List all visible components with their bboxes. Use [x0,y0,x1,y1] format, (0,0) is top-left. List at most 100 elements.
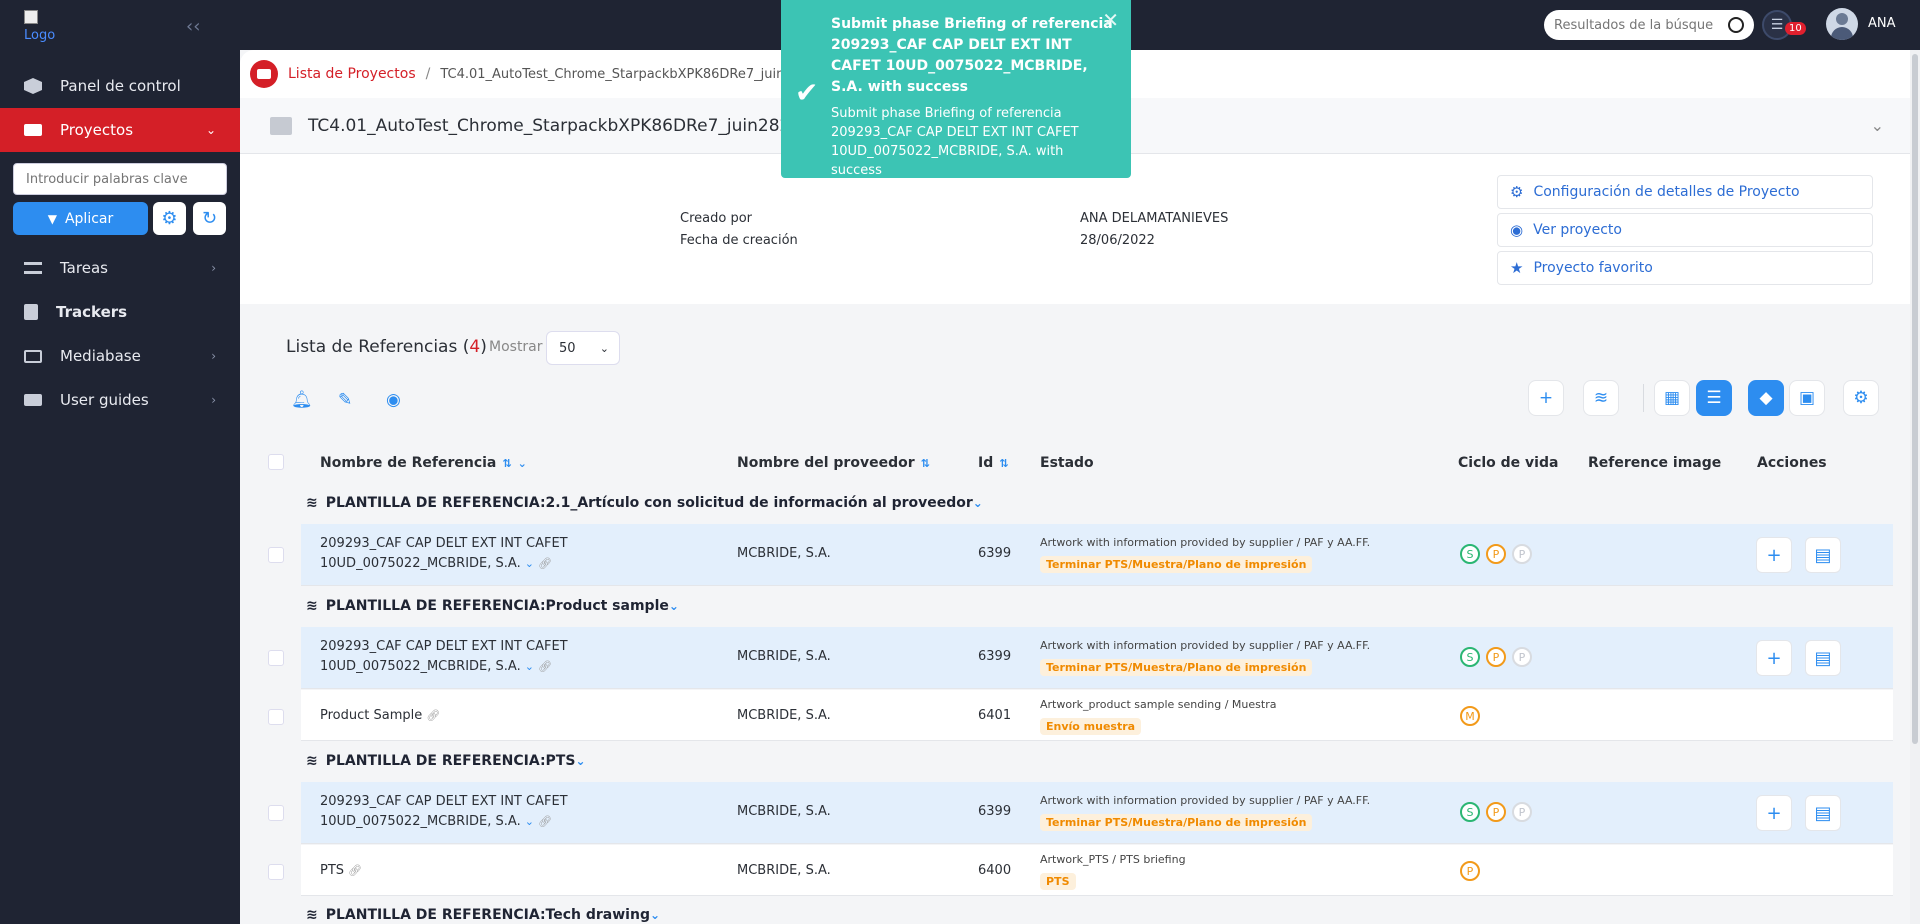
reference-name[interactable]: PTS 🔗︎ [320,861,362,881]
keyword-field[interactable] [13,163,227,195]
chevron-down-icon[interactable]: ⌄ [669,599,679,613]
scrollbar[interactable] [1910,50,1920,924]
layers-button[interactable]: ≋ [1583,380,1619,416]
row-checkbox[interactable] [268,547,284,563]
created-date-label: Fecha de creación [680,233,798,248]
lifecycle-p-icon[interactable]: P [1486,647,1506,667]
table-row[interactable]: 209293_CAF CAP DELT EXT INT CAFET 10UD_0… [301,627,1893,689]
lifecycle-p-pending-icon[interactable]: P [1512,802,1532,822]
search-input[interactable] [1554,17,1724,33]
grid-view-button[interactable]: ▦ [1654,380,1690,416]
column-header-reference-image: Reference image [1588,455,1722,471]
chevron-down-icon[interactable]: ⌄ [1871,116,1884,135]
chevron-down-icon[interactable]: ⌄ [973,496,983,510]
lifecycle-p-icon[interactable]: P [1460,861,1480,881]
page-size-select[interactable]: 50 ⌄ [546,331,620,365]
row-checkbox[interactable] [268,709,284,725]
chevron-down-icon[interactable]: ⌄ [525,815,534,828]
plus-icon: + [1766,544,1782,566]
favorite-project-link[interactable]: ★ Proyecto favorito [1497,251,1873,285]
sort-icon[interactable]: ⇅ [999,457,1008,470]
reference-name[interactable]: 209293_CAF CAP DELT EXT INT CAFET 10UD_0… [320,637,568,677]
add-action-button[interactable]: + [1756,640,1792,676]
avatar[interactable] [1826,8,1858,40]
row-checkbox[interactable] [268,805,284,821]
expand-all-icon[interactable]: ⌄ [518,457,527,470]
apply-button[interactable]: ▼ Aplicar [13,202,148,235]
apply-label: Aplicar [64,210,114,227]
collapse-sidebar-icon[interactable]: ‹‹ [186,16,200,37]
calendar-action-button[interactable]: ▤ [1805,640,1841,676]
add-reference-button[interactable]: + [1528,380,1564,416]
chevron-down-icon[interactable]: ⌄ [525,660,534,673]
edit-icon[interactable]: ✎ [338,390,352,410]
add-action-button[interactable]: + [1756,537,1792,573]
project-config-link[interactable]: ⚙ Configuración de detalles de Proyecto [1497,175,1873,209]
user-name[interactable]: ANA [1868,16,1896,31]
lifecycle-p-pending-icon[interactable]: P [1512,544,1532,564]
sidebar-item-mediabase[interactable]: Mediabase › [0,334,240,378]
chevron-down-icon[interactable]: ⌄ [525,557,534,570]
reference-name[interactable]: Product Sample 🔗︎ [320,706,440,726]
lifecycle-s-icon[interactable]: S [1460,544,1480,564]
sort-icon[interactable]: ⇅ [921,457,930,470]
settings-button[interactable]: ⚙ [153,202,186,235]
lifecycle-p-icon[interactable]: P [1486,802,1506,822]
column-header-name[interactable]: Nombre de Referencia ⇅ ⌄ [320,455,527,471]
link-icon[interactable]: 🔗︎ [426,709,440,722]
sidebar-item-panel-control[interactable]: Panel de control [0,64,240,108]
group-header[interactable]: ≋ PLANTILLA DE REFERENCIA:2.1_Artículo co… [306,495,983,511]
row-checkbox[interactable] [268,650,284,666]
column-header-supplier[interactable]: Nombre del proveedor ⇅ [737,455,930,471]
sidebar-item-user-guides[interactable]: User guides › [0,378,240,422]
select-all-checkbox[interactable] [268,454,284,470]
calendar-action-button[interactable]: ▤ [1805,537,1841,573]
sidebar-item-proyectos[interactable]: Proyectos ⌄ [0,108,240,152]
sort-icon[interactable]: ⇅ [502,457,511,470]
table-row[interactable]: Product Sample 🔗︎ MCBRIDE, S.A. 6401 Artw… [301,690,1893,741]
layers-icon: ≋ [306,495,318,511]
list-view-button[interactable]: ☰ [1696,380,1732,416]
sidebar-item-label: User guides [60,391,149,409]
view-project-link[interactable]: ◉ Ver proyecto [1497,213,1873,247]
breadcrumb-projects-link[interactable]: Lista de Proyectos [288,66,416,82]
keyword-input[interactable] [26,171,214,187]
chevron-down-icon[interactable]: ⌄ [575,754,585,768]
table-settings-button[interactable]: ⚙ [1843,380,1879,416]
group-header[interactable]: ≋ PLANTILLA DE REFERENCIA:Product sample⌄ [306,598,679,614]
group-header[interactable]: ≋ PLANTILLA DE REFERENCIA:Tech drawing⌄ [306,907,660,923]
group-header[interactable]: ≋ PLANTILLA DE REFERENCIA:PTS⌄ [306,753,586,769]
link-icon[interactable]: 🔗︎ [538,815,552,828]
sidebar-item-tareas[interactable]: Tareas › [0,246,240,290]
lifecycle-p-icon[interactable]: P [1486,544,1506,564]
refresh-button[interactable]: ↻ [193,202,226,235]
lifecycle-s-icon[interactable]: S [1460,802,1480,822]
chevron-down-icon[interactable]: ⌄ [650,908,660,922]
link-icon[interactable]: 🔗︎ [538,557,552,570]
sidebar-item-trackers[interactable]: Trackers [0,290,240,334]
bell-icon[interactable]: 🔔︎ [291,390,313,410]
logo[interactable]: Logo [24,10,64,46]
table-row[interactable]: 209293_CAF CAP DELT EXT INT CAFET 10UD_0… [301,524,1893,586]
search-icon[interactable] [1728,17,1744,33]
link-icon[interactable]: 🔗︎ [348,864,362,877]
project-title: TC4.01_AutoTest_Chrome_StarpackbXPK86DRe… [308,115,823,136]
row-checkbox[interactable] [268,864,284,880]
lifecycle-m-icon[interactable]: M [1460,706,1480,726]
calendar-action-button[interactable]: ▤ [1805,795,1841,831]
column-header-id[interactable]: Id ⇅ [978,455,1008,471]
scrollbar-thumb[interactable] [1912,54,1918,744]
eye-icon[interactable]: ◉ [386,390,401,410]
reference-name[interactable]: 209293_CAF CAP DELT EXT INT CAFET 10UD_0… [320,792,568,832]
table-row[interactable]: 209293_CAF CAP DELT EXT INT CAFET 10UD_0… [301,782,1893,844]
image-view-button[interactable]: ▣ [1789,380,1825,416]
close-icon[interactable]: ✕ [1102,8,1119,32]
lifecycle-p-pending-icon[interactable]: P [1512,647,1532,667]
link-icon[interactable]: 🔗︎ [538,660,552,673]
reference-name[interactable]: 209293_CAF CAP DELT EXT INT CAFET 10UD_0… [320,534,568,574]
lifecycle-s-icon[interactable]: S [1460,647,1480,667]
add-action-button[interactable]: + [1756,795,1792,831]
cube-view-button[interactable]: ◆ [1748,380,1784,416]
table-row[interactable]: PTS 🔗︎ MCBRIDE, S.A. 6400 Artwork_PTS / P… [301,845,1893,896]
global-search[interactable] [1544,10,1754,40]
